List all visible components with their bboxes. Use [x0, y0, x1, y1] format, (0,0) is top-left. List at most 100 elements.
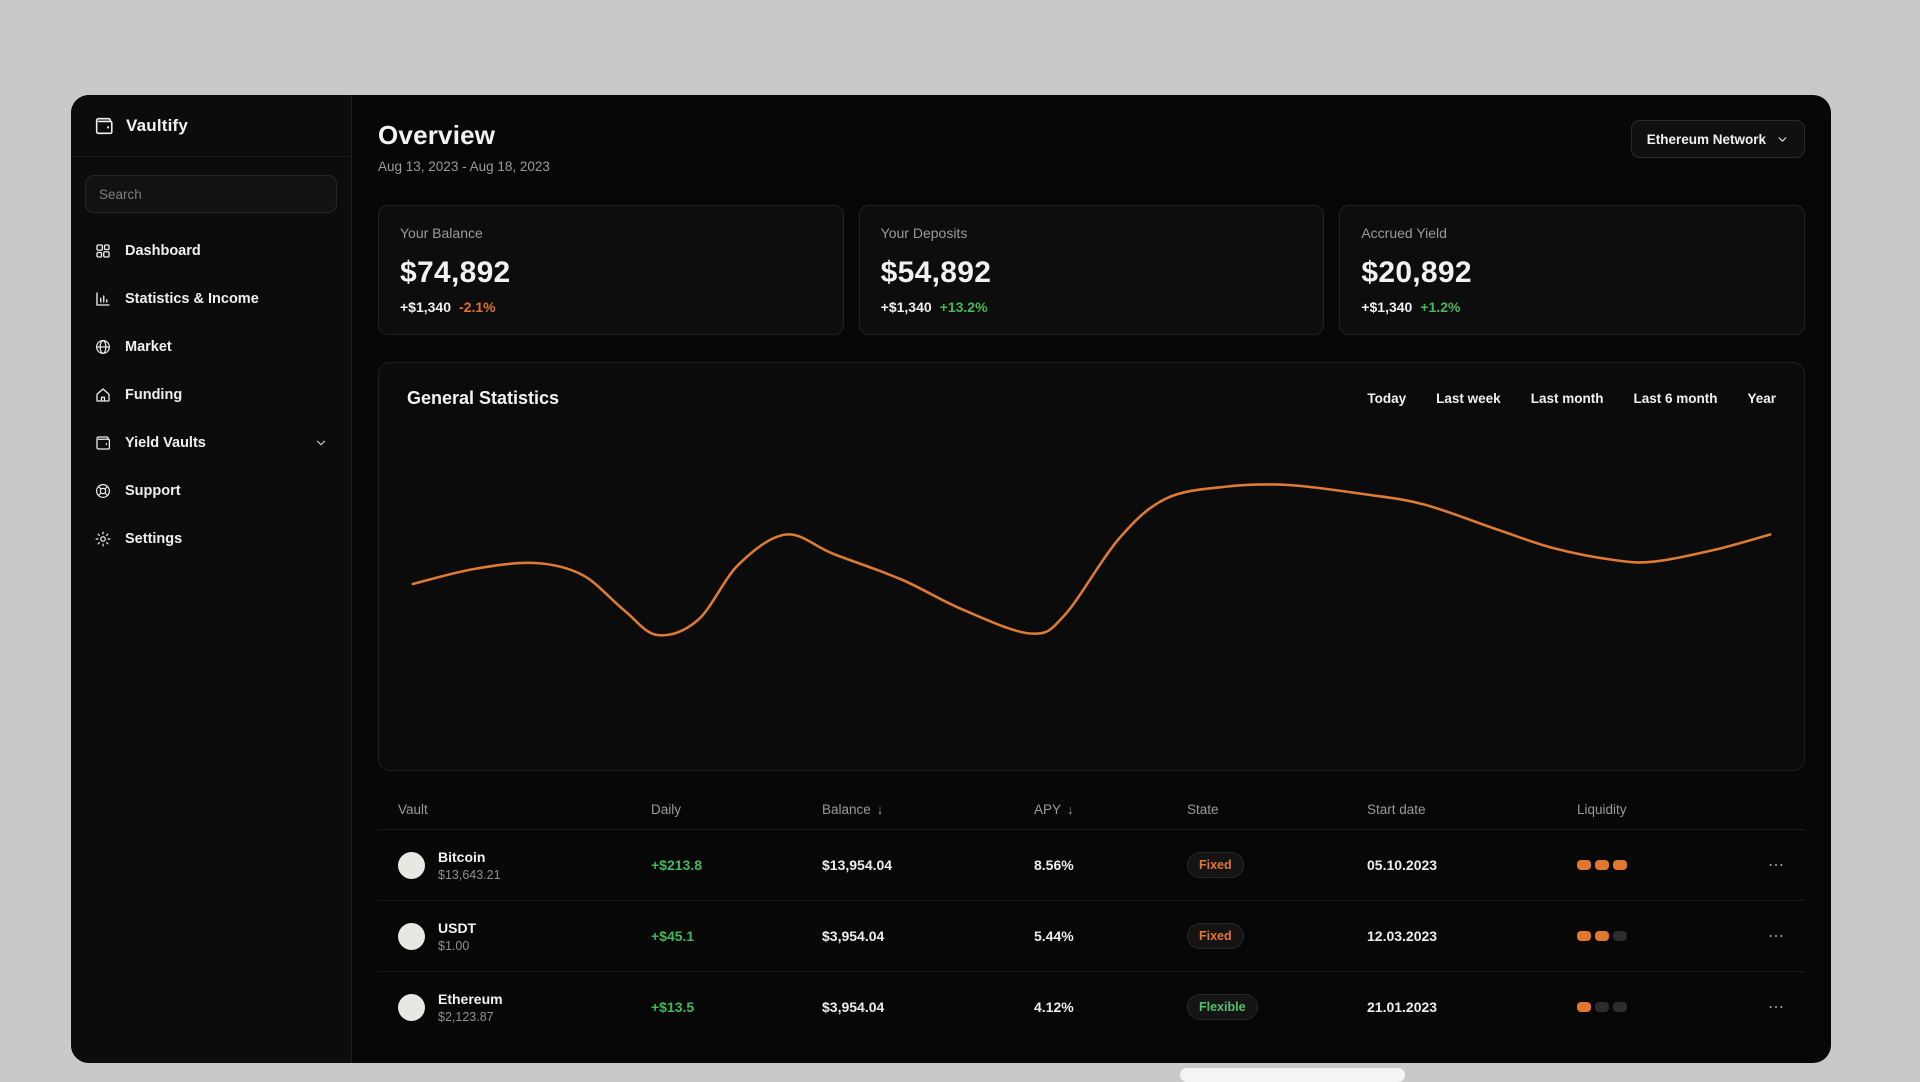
- filter-year[interactable]: Year: [1747, 391, 1776, 406]
- column-header-liquidity: Liquidity: [1577, 801, 1627, 817]
- apy-value: 8.56%: [1034, 857, 1074, 873]
- bar-chart-icon: [94, 290, 112, 308]
- vault-name: Ethereum: [438, 990, 503, 1007]
- daily-change: +$213.8: [651, 857, 702, 873]
- sort-desc-icon: ↓: [876, 801, 884, 817]
- brand-logo: Vaultify: [71, 95, 351, 157]
- sidebar-item-label: Support: [125, 483, 181, 499]
- stat-card-label: Your Balance: [400, 225, 483, 241]
- daily-change: +$45.1: [651, 928, 695, 944]
- usdt-coin-icon: [398, 922, 425, 950]
- vault-price: $2,123.87: [438, 1009, 494, 1024]
- balance-value: $3,954.04: [822, 999, 885, 1015]
- network-selector[interactable]: Ethereum Network: [1630, 120, 1805, 158]
- balance-value: $3,954.04: [822, 928, 885, 944]
- network-selector-label: Ethereum Network: [1646, 131, 1766, 147]
- vaults-table: Vault Daily Balance ↓ APY ↓ State Start: [378, 789, 1805, 1042]
- stat-change-percent: +1.2%: [1420, 299, 1461, 315]
- chart-time-filters: Today Last week Last month Last 6 month …: [1367, 391, 1776, 406]
- sidebar-item-funding[interactable]: Funding: [85, 371, 337, 419]
- wallet-icon: [94, 434, 112, 452]
- vault-name: Bitcoin: [438, 848, 486, 865]
- row-menu-button[interactable]: ⋯: [1745, 926, 1785, 946]
- sidebar-item-label: Funding: [125, 387, 183, 403]
- row-menu-button[interactable]: ⋯: [1745, 855, 1785, 875]
- sidebar-item-support[interactable]: Support: [85, 467, 337, 515]
- column-header-daily: Daily: [651, 801, 682, 817]
- chevron-down-icon: [1776, 133, 1789, 146]
- bitcoin-coin-icon: [398, 851, 425, 879]
- start-date-value: 12.03.2023: [1367, 928, 1438, 944]
- column-header-apy[interactable]: APY ↓: [1034, 802, 1187, 817]
- stat-card-yield: Accrued Yield $20,892 +$1,340 +1.2%: [1339, 205, 1806, 335]
- apy-value: 5.44%: [1034, 928, 1074, 944]
- stat-card-deposits: Your Deposits $54,892 +$1,340 +13.2%: [858, 205, 1325, 335]
- column-header-start-date: Start date: [1367, 801, 1426, 817]
- page-title: Overview: [378, 120, 496, 150]
- state-badge: Fixed: [1187, 923, 1244, 949]
- stat-change-amount: +$1,340: [880, 299, 932, 315]
- column-header-vault: Vault: [398, 801, 428, 817]
- sidebar-item-label: Market: [125, 339, 172, 355]
- sidebar-item-settings[interactable]: Settings: [85, 515, 337, 563]
- liquidity-indicator: [1577, 860, 1745, 870]
- search-input[interactable]: [85, 175, 337, 213]
- date-range: Aug 13, 2023 - Aug 18, 2023: [378, 159, 550, 174]
- liquidity-indicator: [1577, 1002, 1745, 1012]
- state-badge: Fixed: [1187, 852, 1244, 878]
- stat-card-value: $54,892: [880, 256, 992, 289]
- stat-card-label: Accrued Yield: [1361, 225, 1447, 241]
- balance-value: $13,954.04: [822, 857, 893, 873]
- filter-last-month[interactable]: Last month: [1531, 391, 1604, 406]
- column-header-balance[interactable]: Balance ↓: [822, 802, 1034, 817]
- table-row-ethereum[interactable]: Ethereum $2,123.87 +$13.5 $3,954.04 4.12…: [378, 971, 1805, 1042]
- filter-today[interactable]: Today: [1367, 391, 1406, 406]
- lifebuoy-icon: [94, 482, 112, 500]
- daily-change: +$13.5: [651, 999, 695, 1015]
- chart-title: General Statistics: [407, 388, 560, 408]
- stat-card-balance: Your Balance $74,892 +$1,340 -2.1%: [378, 205, 844, 335]
- home-icon: [94, 386, 112, 404]
- table-row-usdt[interactable]: USDT $1.00 +$45.1 $3,954.04 5.44% Fixed …: [378, 900, 1805, 971]
- sidebar-item-label: Settings: [125, 531, 183, 547]
- globe-icon: [94, 338, 112, 356]
- sidebar-item-label: Statistics & Income: [125, 291, 259, 307]
- app-window: Vaultify Dashboard: [71, 95, 1831, 1063]
- stat-change-percent: +13.2%: [939, 299, 988, 315]
- filter-last-week[interactable]: Last week: [1436, 391, 1501, 406]
- sort-desc-icon: ↓: [1067, 801, 1074, 817]
- general-statistics-panel: General Statistics Today Last week Last …: [378, 362, 1805, 771]
- sidebar-item-label: Dashboard: [125, 243, 201, 259]
- page-header: Overview Aug 13, 2023 - Aug 18, 2023 Eth…: [378, 120, 1805, 174]
- column-header-state: State: [1187, 801, 1219, 817]
- sidebar-item-yield-vaults[interactable]: Yield Vaults: [85, 419, 337, 467]
- sidebar-item-statistics-income[interactable]: Statistics & Income: [85, 275, 337, 323]
- start-date-value: 21.01.2023: [1367, 999, 1438, 1015]
- sidebar-item-label: Yield Vaults: [125, 435, 206, 451]
- state-badge: Flexible: [1187, 994, 1258, 1020]
- row-menu-button[interactable]: ⋯: [1745, 997, 1785, 1017]
- liquidity-indicator: [1577, 931, 1745, 941]
- table-header-row: Vault Daily Balance ↓ APY ↓ State Start: [378, 789, 1805, 829]
- table-row-bitcoin[interactable]: Bitcoin $13,643.21 +$213.8 $13,954.04 8.…: [378, 829, 1805, 900]
- filter-last-6-month[interactable]: Last 6 month: [1633, 391, 1717, 406]
- sidebar-nav: Dashboard Statistics & Income Market Fun…: [71, 219, 351, 571]
- start-date-value: 05.10.2023: [1367, 857, 1438, 873]
- stat-change-amount: +$1,340: [1361, 299, 1413, 315]
- stat-cards-row: Your Balance $74,892 +$1,340 -2.1% Your …: [378, 205, 1806, 335]
- sidebar: Vaultify Dashboard: [71, 95, 352, 1063]
- main-content: Overview Aug 13, 2023 - Aug 18, 2023 Eth…: [352, 95, 1831, 1063]
- ethereum-coin-icon: [398, 993, 425, 1021]
- statistics-line-chart: [411, 483, 1772, 637]
- sidebar-item-market[interactable]: Market: [85, 323, 337, 371]
- vault-name: USDT: [438, 919, 477, 936]
- dashboard-grid-icon: [94, 242, 112, 260]
- gear-icon: [94, 530, 112, 548]
- stat-card-value: $74,892: [400, 256, 511, 289]
- sidebar-item-dashboard[interactable]: Dashboard: [85, 227, 337, 275]
- brand-name: Vaultify: [126, 115, 189, 135]
- stat-change-amount: +$1,340: [400, 299, 451, 315]
- stat-card-label: Your Deposits: [880, 225, 968, 241]
- wallet-logo-icon: [93, 115, 115, 137]
- chevron-down-icon: [314, 436, 328, 450]
